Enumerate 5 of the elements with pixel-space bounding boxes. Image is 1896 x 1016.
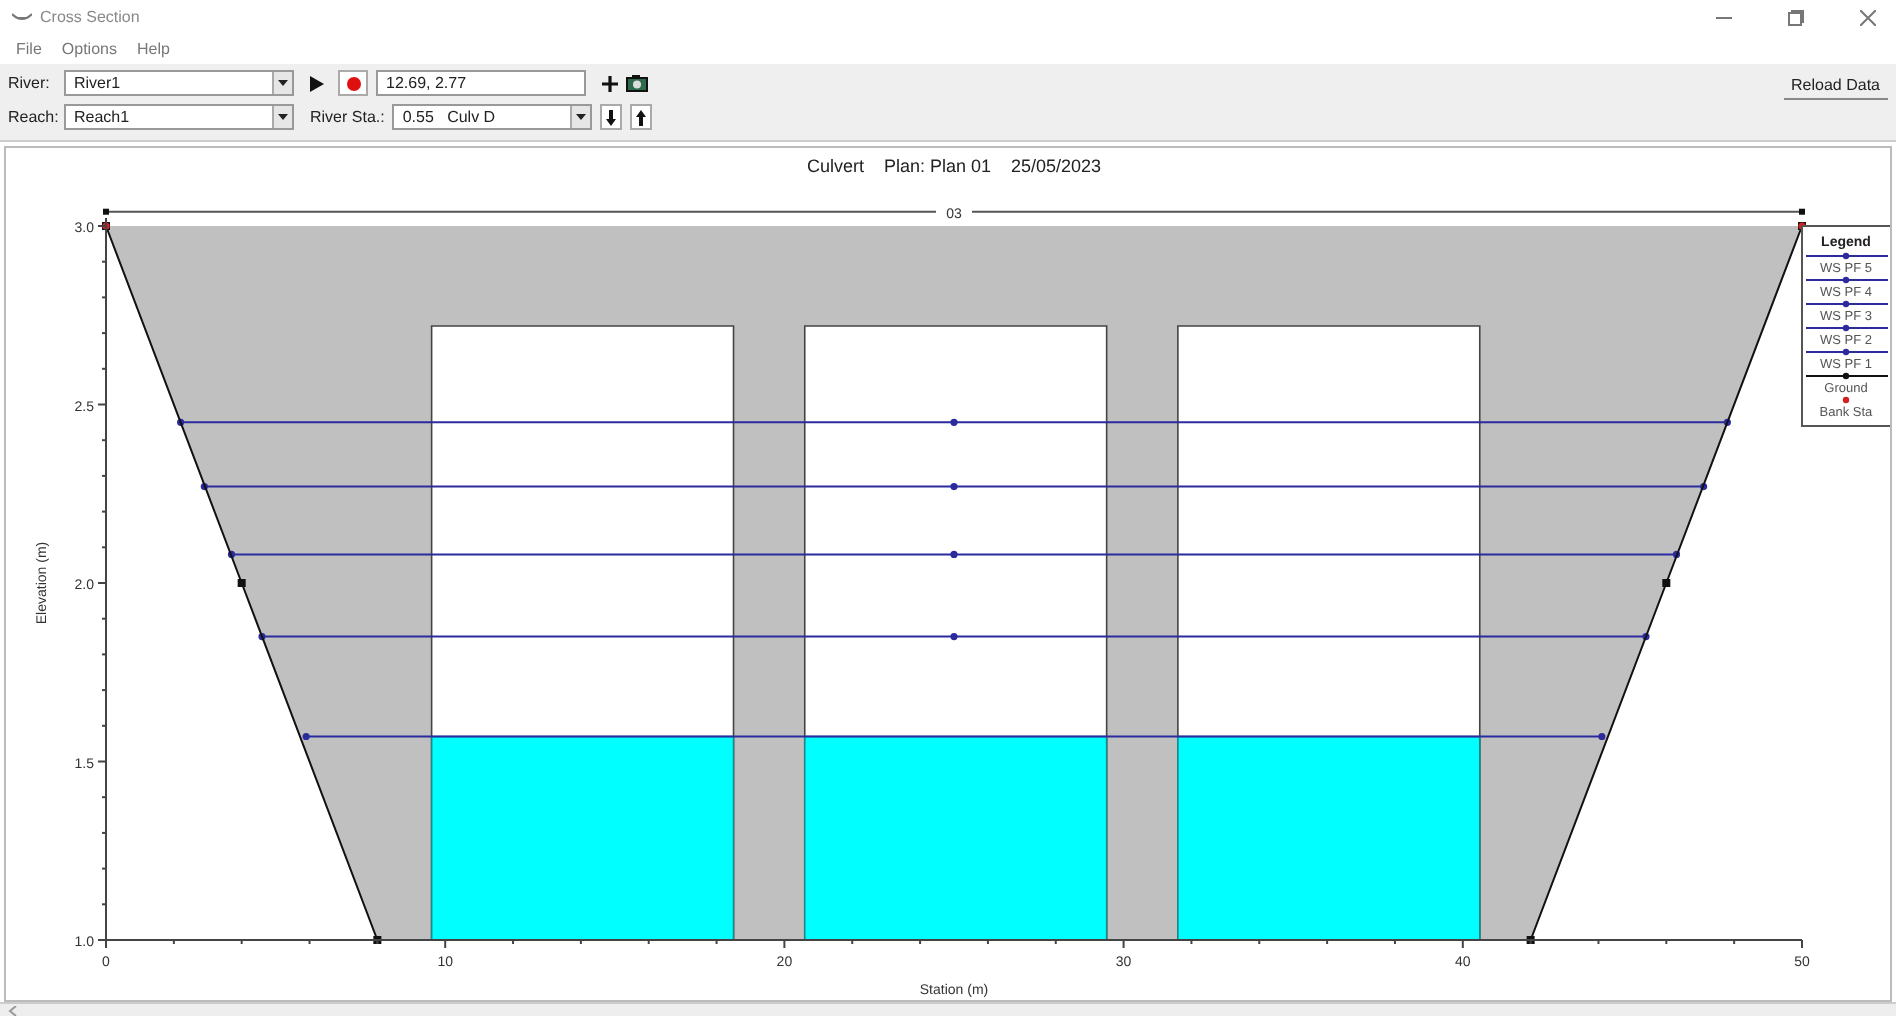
chart-title: Culvert Plan: Plan 01 25/05/2023: [806, 156, 1102, 176]
reach-label: Reach:: [8, 105, 56, 129]
river-label: River:: [8, 71, 52, 95]
river-station-label: River Sta.:: [310, 105, 385, 129]
window-title: Cross Section: [40, 6, 140, 30]
